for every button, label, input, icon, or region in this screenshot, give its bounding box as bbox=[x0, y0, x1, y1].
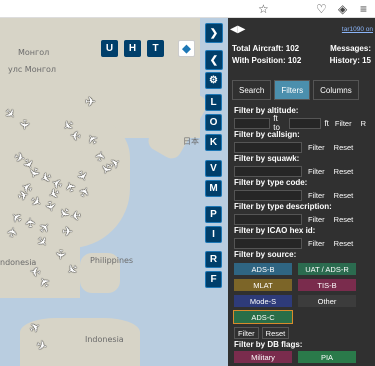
callsign-input[interactable] bbox=[234, 141, 302, 153]
aircraft-icon[interactable]: ✈ bbox=[16, 119, 32, 131]
pocket-icon[interactable]: ♡ bbox=[316, 2, 327, 16]
source-other[interactable]: Other bbox=[298, 295, 356, 307]
type-desc-filter-button[interactable]: Filter bbox=[305, 213, 328, 225]
map-button-r[interactable]: R bbox=[205, 251, 222, 268]
type-desc-input[interactable] bbox=[234, 213, 302, 225]
squawk-input[interactable] bbox=[234, 165, 302, 177]
label-philippines: Philippines bbox=[90, 256, 134, 265]
aircraft-icon[interactable]: ✈ bbox=[62, 225, 73, 240]
menu-icon[interactable]: ≡ bbox=[360, 2, 367, 16]
source-reset-button[interactable]: Reset bbox=[261, 327, 290, 339]
icao-input[interactable] bbox=[234, 237, 302, 249]
with-position: With Position: 102 bbox=[232, 56, 302, 65]
source-uat-adsr[interactable]: UAT / ADS-R bbox=[298, 263, 356, 275]
callsign-filter-button[interactable]: Filter bbox=[305, 141, 328, 153]
source-filter-button[interactable]: Filter bbox=[234, 327, 259, 339]
source-mlat[interactable]: MLAT bbox=[234, 279, 292, 291]
map-button-m[interactable]: M bbox=[205, 180, 222, 197]
star-icon[interactable]: ☆ bbox=[258, 2, 269, 16]
source-filter-title: Filter by source: bbox=[234, 250, 297, 259]
source-tisb[interactable]: TIS-B bbox=[298, 279, 356, 291]
altitude-filter-button[interactable]: Filter bbox=[331, 117, 355, 129]
map-button-i[interactable]: I bbox=[205, 226, 222, 243]
map-button-k[interactable]: K bbox=[205, 134, 222, 151]
messages-count: Messages: bbox=[330, 44, 371, 53]
icao-filter-title: Filter by ICAO hex id: bbox=[234, 226, 316, 235]
layers-icon[interactable]: ◆ bbox=[178, 40, 195, 57]
db-military[interactable]: Military bbox=[234, 351, 292, 363]
callsign-filter-title: Filter by callsign: bbox=[234, 130, 300, 139]
squawk-filter-button[interactable]: Filter bbox=[305, 165, 328, 177]
tab-columns[interactable]: Columns bbox=[313, 80, 359, 100]
type-desc-filter-title: Filter by type description: bbox=[234, 202, 332, 211]
settings-gear-icon[interactable]: ⚙ bbox=[205, 72, 222, 89]
map-canvas[interactable]: Монгол улс Монгол 日本 Philippines ndonesi… bbox=[0, 18, 228, 366]
type-code-reset-button[interactable]: Reset bbox=[330, 189, 357, 201]
squawk-reset-button[interactable]: Reset bbox=[330, 165, 357, 177]
source-adsb[interactable]: ADS-B bbox=[234, 263, 292, 275]
aircraft-icon[interactable]: ✈ bbox=[69, 206, 82, 222]
label-japan: 日本 bbox=[183, 137, 199, 146]
callsign-reset-button[interactable]: Reset bbox=[330, 141, 357, 153]
history-count: History: 15 bbox=[329, 56, 371, 65]
collapse-panel-icon[interactable]: ❮ bbox=[205, 50, 223, 70]
browser-toolbar: ☆ ♡ ◈ ≡ bbox=[0, 0, 375, 18]
version-link[interactable]: tar1090 on bbox=[342, 26, 373, 33]
total-aircraft: Total Aircraft: 102 bbox=[232, 44, 300, 53]
tab-search[interactable]: Search bbox=[232, 80, 272, 100]
altitude-reset-button[interactable]: R bbox=[357, 117, 369, 129]
aircraft-icon[interactable]: ✈ bbox=[52, 248, 68, 260]
info-panel: ◀▶ tar1090 on Total Aircraft: 102 Message… bbox=[228, 18, 375, 366]
type-code-filter-title: Filter by type code: bbox=[234, 178, 308, 187]
icao-reset-button[interactable]: Reset bbox=[330, 237, 357, 249]
label-mongolia: Монгол bbox=[18, 48, 50, 57]
altitude-unit: ft bbox=[324, 118, 329, 128]
map-button-u[interactable]: U bbox=[101, 40, 118, 57]
map-button-t[interactable]: T bbox=[147, 40, 164, 57]
map-button-o[interactable]: O bbox=[205, 114, 222, 131]
type-code-filter-button[interactable]: Filter bbox=[305, 189, 328, 201]
source-modes[interactable]: Mode-S bbox=[234, 295, 292, 307]
label-mongolia-lat: улс Монгол bbox=[8, 65, 57, 74]
panel-toggle-icon[interactable]: ◀▶ bbox=[230, 24, 245, 35]
aircraft-icon[interactable]: ✈ bbox=[85, 96, 96, 109]
type-desc-reset-button[interactable]: Reset bbox=[330, 213, 357, 225]
map-button-f[interactable]: F bbox=[205, 271, 222, 288]
extension-icon[interactable]: ◈ bbox=[338, 2, 347, 16]
squawk-filter-title: Filter by squawk: bbox=[234, 154, 300, 163]
db-filter-title: Filter by DB flags: bbox=[234, 340, 303, 349]
map-button-v[interactable]: V bbox=[205, 160, 222, 177]
label-indonesia: Indonesia bbox=[85, 335, 124, 344]
altitude-min-input[interactable] bbox=[234, 117, 271, 129]
expand-panel-icon[interactable]: ❯ bbox=[205, 23, 223, 43]
altitude-filter-title: Filter by altitude: bbox=[234, 106, 299, 115]
db-pia[interactable]: PIA bbox=[298, 351, 356, 363]
icao-filter-button[interactable]: Filter bbox=[305, 237, 328, 249]
map-button-l[interactable]: L bbox=[205, 94, 222, 111]
tab-filters[interactable]: Filters bbox=[274, 80, 311, 100]
source-adsc[interactable]: ADS-C bbox=[233, 310, 293, 324]
type-code-input[interactable] bbox=[234, 189, 302, 201]
altitude-max-input[interactable] bbox=[288, 117, 322, 129]
aircraft-icon[interactable]: ✈ bbox=[29, 262, 42, 279]
map-button-h[interactable]: H bbox=[124, 40, 141, 57]
aircraft-icon[interactable]: ✈ bbox=[69, 126, 82, 142]
map-button-p[interactable]: P bbox=[205, 206, 222, 223]
